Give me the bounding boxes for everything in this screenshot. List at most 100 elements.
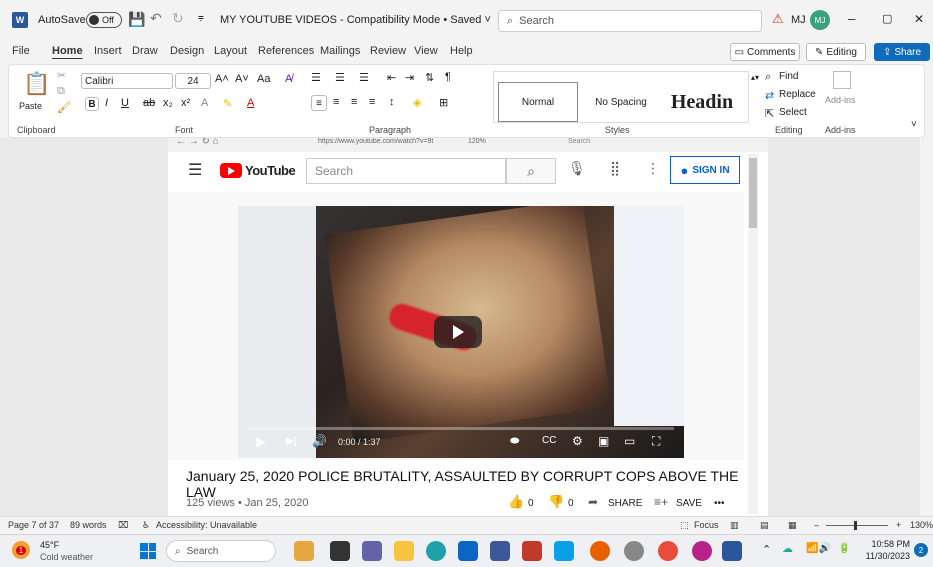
- tab-mailings[interactable]: Mailings: [320, 45, 360, 57]
- zoom-out-icon[interactable]: –: [814, 520, 819, 530]
- comments-button[interactable]: ▭ Comments: [730, 43, 800, 61]
- youtube-logo-text[interactable]: YouTube: [245, 163, 296, 178]
- scrollbar-thumb[interactable]: [749, 158, 757, 228]
- title-search-box[interactable]: ⌕ Search: [498, 10, 762, 32]
- styles-scroll-icon[interactable]: ▴▾: [751, 73, 759, 82]
- highlight-icon[interactable]: ✎: [223, 97, 232, 110]
- multilevel-list-icon[interactable]: ☰: [359, 71, 369, 84]
- play-button[interactable]: ▶: [256, 434, 266, 450]
- editing-mode-button[interactable]: ✎ Editing: [806, 43, 866, 61]
- cut-icon[interactable]: ✂: [57, 69, 66, 82]
- find-button[interactable]: Find: [779, 71, 798, 82]
- chrome-icon[interactable]: [658, 541, 678, 561]
- store-icon[interactable]: [458, 541, 478, 561]
- copy-icon[interactable]: ⧉: [57, 85, 65, 98]
- wifi-sound-icon[interactable]: 📶🔊: [806, 543, 831, 554]
- fullscreen-icon[interactable]: ⛶: [652, 434, 660, 449]
- numbering-icon[interactable]: ☰: [335, 71, 345, 84]
- zoom-in-icon[interactable]: +: [896, 520, 901, 530]
- show-marks-icon[interactable]: ¶: [445, 71, 451, 83]
- document-page[interactable]: ← → ↻ ⌂ https://www.youtube.com/watch?v=…: [168, 138, 768, 516]
- outlook-icon[interactable]: [554, 541, 574, 561]
- change-case-icon[interactable]: Aa: [257, 73, 270, 85]
- font-color-icon[interactable]: A: [247, 97, 254, 109]
- video-player[interactable]: ▶ ▶| 🔊 0:00 / 1:37 ⬬ CC ⚙ ▣ ▭ ⛶: [238, 206, 684, 458]
- play-overlay-button[interactable]: [434, 316, 482, 348]
- undo-icon[interactable]: ↶: [150, 10, 162, 27]
- dislike-icon[interactable]: 👎: [548, 494, 564, 510]
- onedrive-icon[interactable]: ☁: [782, 542, 793, 555]
- addins-icon[interactable]: [833, 71, 851, 89]
- yt-search-input[interactable]: Search: [306, 158, 506, 184]
- file-explorer-icon[interactable]: [394, 541, 414, 561]
- sign-in-button[interactable]: ● SIGN IN: [670, 156, 740, 184]
- word-taskbar-icon[interactable]: [722, 541, 742, 561]
- document-title[interactable]: MY YOUTUBE VIDEOS - Compatibility Mode •…: [220, 14, 491, 26]
- zoom-thumb[interactable]: [854, 521, 857, 530]
- autoplay-toggle[interactable]: ⬬: [510, 435, 519, 448]
- line-spacing-icon[interactable]: ↕: [389, 96, 395, 108]
- web-layout-icon[interactable]: ▦: [788, 520, 797, 531]
- volume-icon[interactable]: 🔊: [312, 434, 327, 448]
- collapse-ribbon-icon[interactable]: ˅: [911, 119, 917, 130]
- weather-icon[interactable]: 1: [12, 541, 30, 559]
- avatar[interactable]: MJ: [810, 10, 830, 30]
- pocket-icon[interactable]: [522, 541, 542, 561]
- decrease-indent-icon[interactable]: ⇤: [387, 71, 396, 84]
- tab-view[interactable]: View: [414, 45, 438, 57]
- copilot-icon[interactable]: [294, 541, 314, 561]
- tab-design[interactable]: Design: [170, 45, 204, 57]
- tab-home[interactable]: Home: [52, 45, 83, 57]
- grow-font-icon[interactable]: A˄: [215, 73, 229, 85]
- progress-bar[interactable]: [248, 427, 674, 430]
- clock-time[interactable]: 10:58 PM: [866, 539, 910, 549]
- addins-button[interactable]: Add-ins: [825, 95, 856, 105]
- yt-share-label[interactable]: SHARE: [608, 498, 642, 509]
- replace-button[interactable]: Replace: [779, 89, 816, 100]
- superscript-button[interactable]: x²: [181, 97, 190, 109]
- maximize-button[interactable]: ▢: [882, 12, 892, 25]
- tab-references[interactable]: References: [258, 45, 314, 57]
- user-initials[interactable]: MJ: [791, 14, 806, 26]
- like-icon[interactable]: 👍: [508, 494, 524, 510]
- weather-desc[interactable]: Cold weather: [40, 552, 93, 562]
- tab-review[interactable]: Review: [370, 45, 406, 57]
- paste-icon[interactable]: 📋: [23, 71, 50, 97]
- bullets-icon[interactable]: ☰: [311, 71, 321, 84]
- proofing-icon[interactable]: ⌧: [118, 520, 128, 531]
- linkedin-icon[interactable]: [490, 541, 510, 561]
- subscript-button[interactable]: x₂: [163, 97, 173, 109]
- italic-button[interactable]: I: [105, 97, 108, 109]
- edge-icon[interactable]: [426, 541, 446, 561]
- start-button[interactable]: [140, 543, 156, 559]
- shrink-font-icon[interactable]: A˅: [235, 73, 249, 85]
- battery-icon[interactable]: 🔋: [838, 543, 850, 554]
- clock-date[interactable]: 11/30/2023: [860, 551, 910, 561]
- yt-search-button[interactable]: ⌕: [506, 158, 556, 184]
- share-arrow-icon[interactable]: ➦: [588, 495, 598, 509]
- sort-icon[interactable]: ⇅: [425, 71, 434, 84]
- tab-insert[interactable]: Insert: [94, 45, 122, 57]
- more-vert-icon[interactable]: ⋮: [646, 160, 660, 177]
- borders-icon[interactable]: ⊞: [439, 96, 448, 109]
- taskbar-search[interactable]: ⌕ Search: [166, 540, 276, 562]
- more-actions-icon[interactable]: •••: [714, 498, 725, 509]
- clear-formatting-icon[interactable]: A̸: [285, 73, 292, 85]
- customize-qat-icon[interactable]: ⩦: [198, 12, 204, 23]
- next-button[interactable]: ▶|: [286, 436, 296, 447]
- increase-indent-icon[interactable]: ⇥: [405, 71, 414, 84]
- settings-gear-icon[interactable]: [624, 541, 644, 561]
- share-button[interactable]: ⇪ Share: [874, 43, 930, 61]
- captions-icon[interactable]: CC: [542, 435, 556, 446]
- align-center-icon[interactable]: ≡: [333, 96, 339, 108]
- accessibility-status[interactable]: Accessibility: Unavailable: [156, 520, 257, 530]
- page-count[interactable]: Page 7 of 37: [8, 520, 59, 530]
- save-icon[interactable]: 💾: [128, 11, 145, 28]
- shading-icon[interactable]: ◈: [413, 96, 421, 109]
- underline-button[interactable]: U: [121, 97, 129, 109]
- strikethrough-button[interactable]: ab: [143, 97, 155, 109]
- tab-file[interactable]: File: [12, 45, 30, 57]
- word-count[interactable]: 89 words: [70, 520, 107, 530]
- theater-mode-icon[interactable]: ▭: [624, 434, 635, 448]
- show-hidden-icons-icon[interactable]: ⌃: [762, 543, 771, 556]
